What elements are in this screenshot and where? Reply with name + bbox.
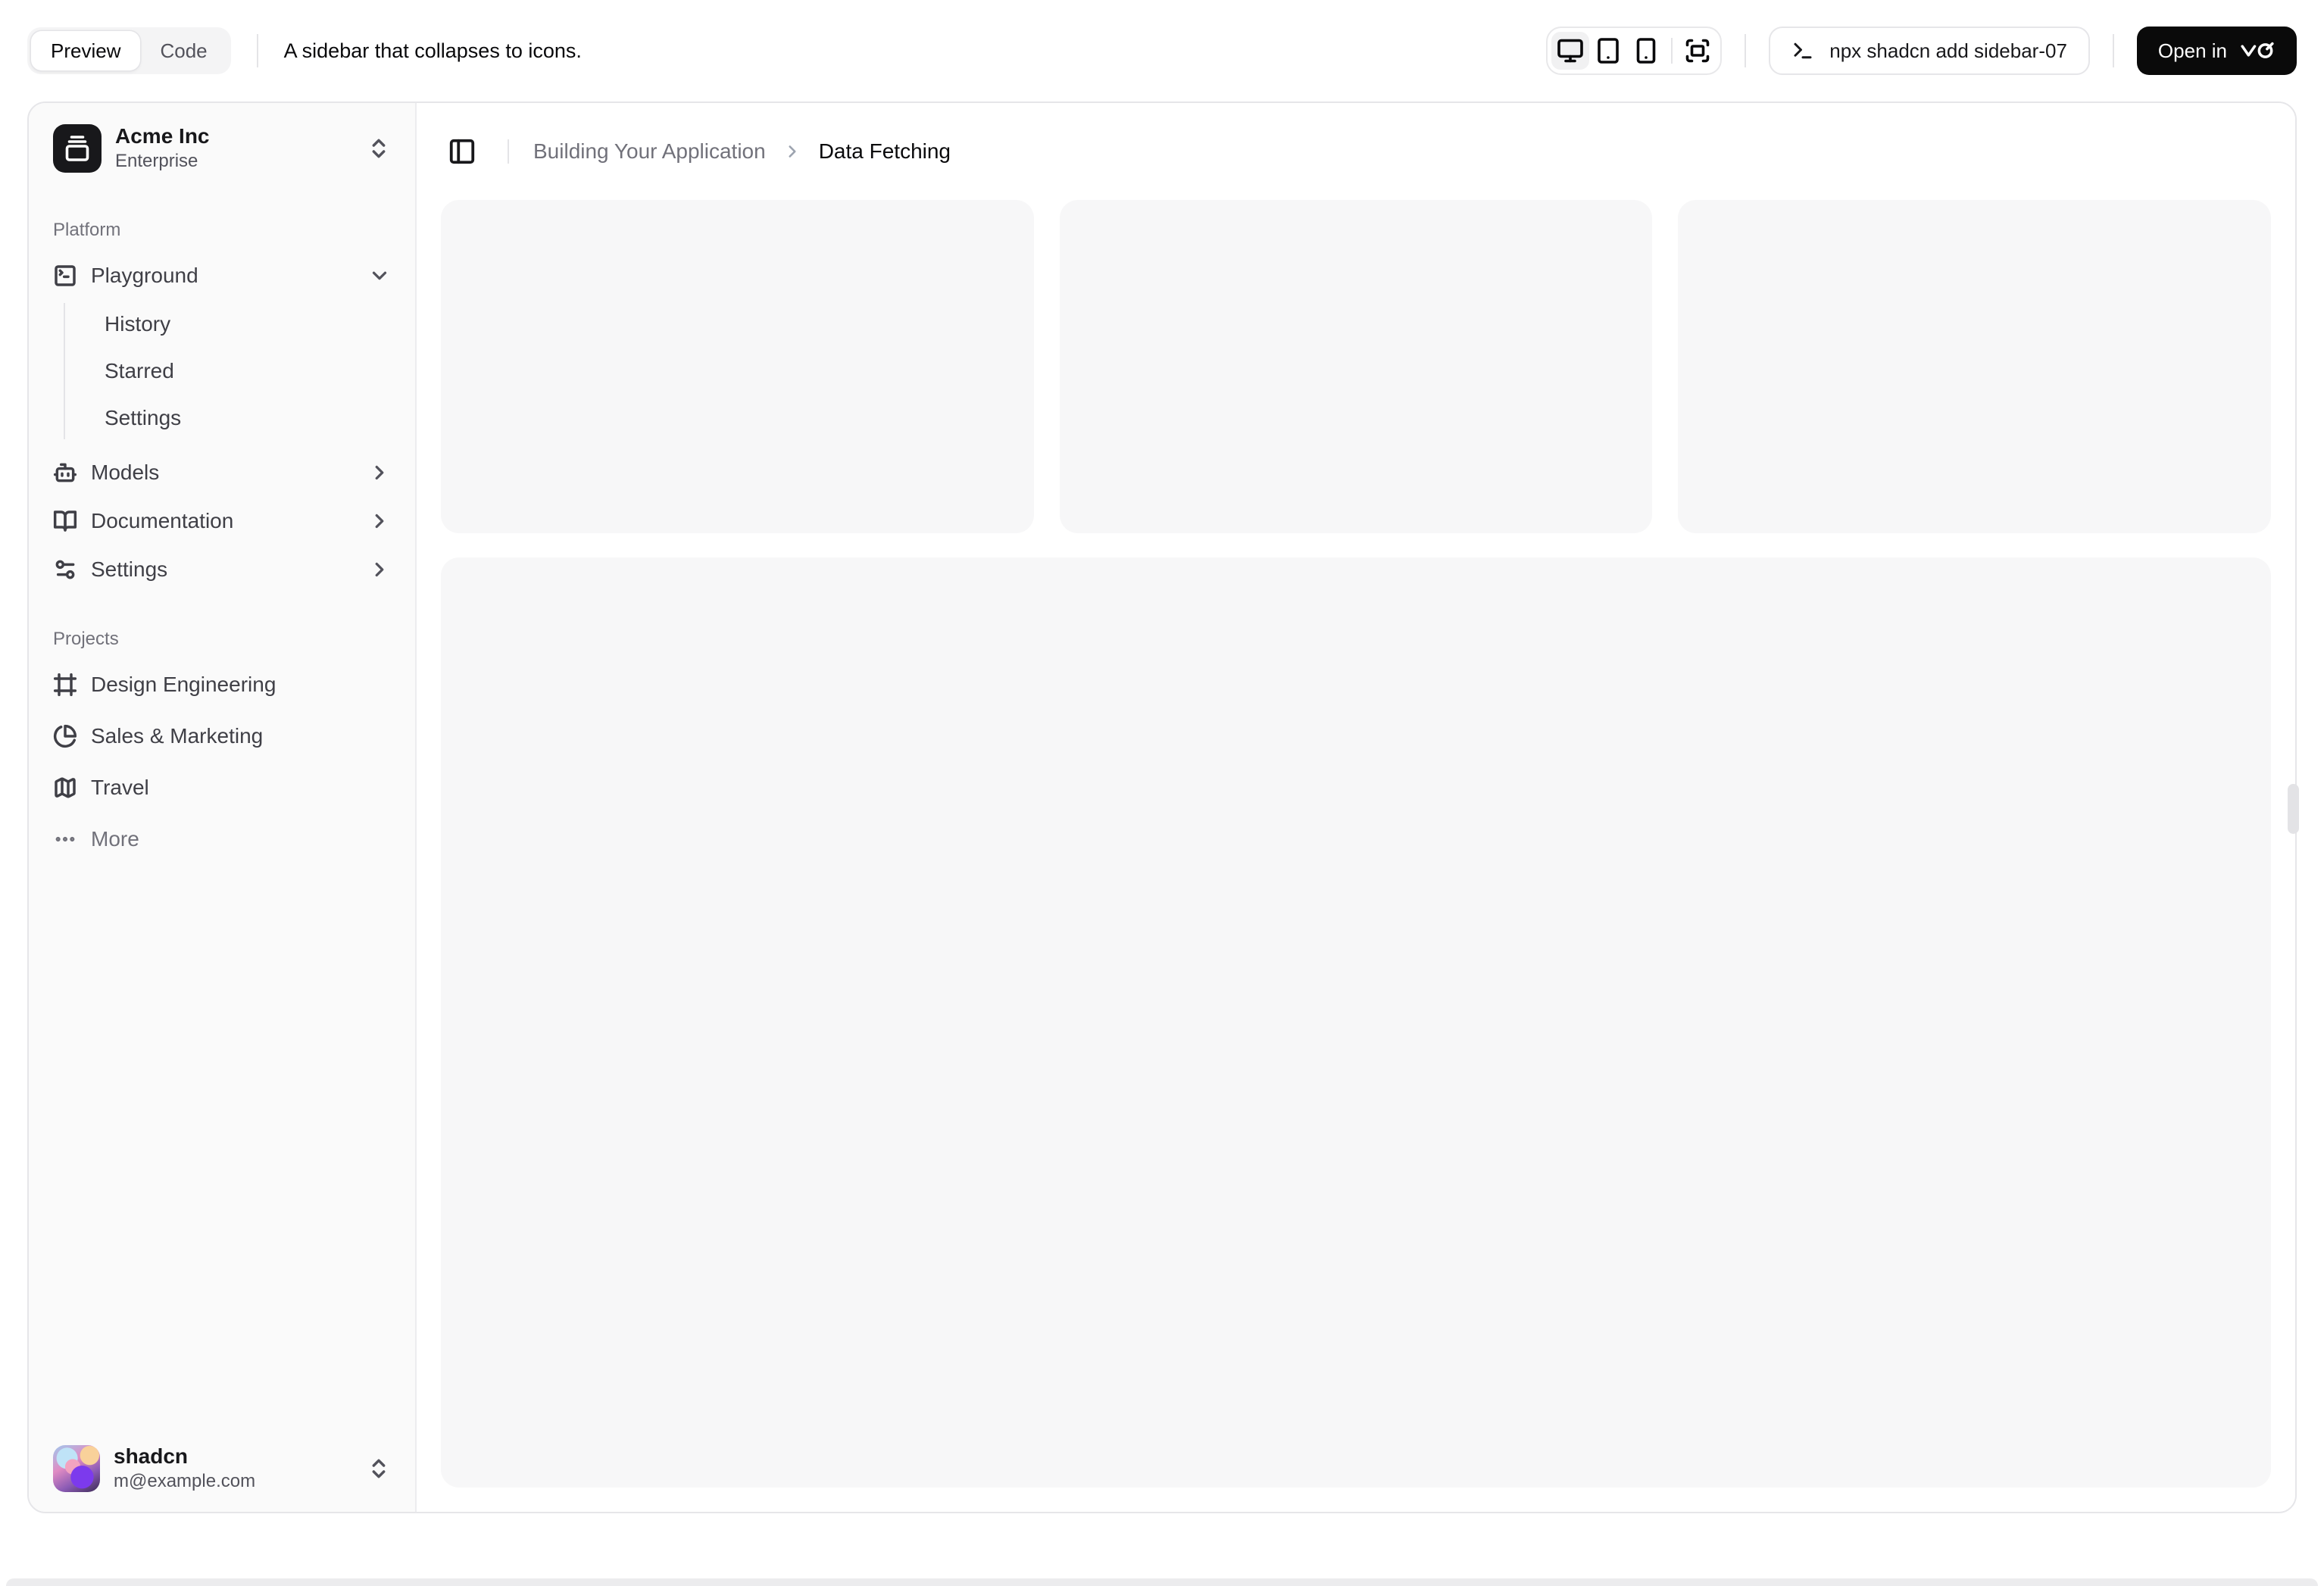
- frame-icon: [53, 673, 77, 697]
- sidebar-item-more[interactable]: More: [41, 818, 403, 860]
- breadcrumb: Building Your Application Data Fetching: [533, 139, 951, 164]
- sidebar-toggle-button[interactable]: [441, 130, 483, 173]
- sidebar-item-label: Travel: [91, 776, 149, 799]
- sidebar-subitem-history[interactable]: History: [92, 303, 391, 345]
- chevron-right-icon: [782, 142, 802, 161]
- sidebar-subitem-settings[interactable]: Settings: [92, 397, 391, 439]
- map-icon: [53, 776, 77, 800]
- sidebar-item-label: Sales & Marketing: [91, 724, 264, 748]
- pie-chart-icon: [53, 724, 77, 748]
- next-section-edge: [6, 1578, 2318, 1586]
- sidebar-item-sales-marketing[interactable]: Sales & Marketing: [41, 715, 403, 757]
- main-header: Building Your Application Data Fetching: [417, 103, 2295, 200]
- gallery-vertical-end-icon: [64, 135, 91, 162]
- sidebar-item-label: Settings: [91, 557, 168, 581]
- open-in-v0-label: Open in: [2157, 39, 2227, 62]
- placeholder-grid: [441, 200, 2271, 534]
- install-command-button[interactable]: npx shadcn add sidebar-07: [1769, 27, 2090, 75]
- settings-icon: [53, 557, 77, 582]
- user-email: m@example.com: [114, 1471, 256, 1492]
- placeholder-card: [1678, 200, 2271, 534]
- sidebar-item-design-engineering[interactable]: Design Engineering: [41, 663, 403, 706]
- team-name: Acme Inc: [115, 124, 210, 148]
- sidebar-item-settings[interactable]: Settings: [41, 548, 403, 591]
- sidebar-item-models[interactable]: Models: [41, 451, 403, 494]
- placeholder-card: [1059, 200, 1653, 534]
- header-separator: [508, 139, 509, 164]
- sidebar-item-label: Models: [91, 461, 160, 484]
- square-terminal-icon: [53, 264, 77, 288]
- user-menu-button[interactable]: shadcn m@example.com: [41, 1438, 403, 1500]
- smartphone-icon: [1632, 37, 1660, 64]
- projects-menu: Design Engineering Sales & Marketing Tra…: [41, 663, 403, 860]
- tab-preview[interactable]: Preview: [31, 31, 141, 70]
- sidebar-item-playground[interactable]: Playground: [41, 254, 403, 297]
- app-sidebar: Acme Inc Enterprise Platform Playground: [29, 103, 417, 1512]
- chevron-right-icon: [368, 510, 391, 532]
- sidebar-subitem-starred[interactable]: Starred: [92, 350, 391, 392]
- team-text: Acme Inc Enterprise: [115, 125, 210, 171]
- terminal-icon: [1791, 39, 1814, 62]
- breadcrumb-parent-link[interactable]: Building Your Application: [533, 139, 766, 164]
- fullscreen-button[interactable]: [1679, 32, 1716, 70]
- platform-menu: Playground History Starred Settings Mode…: [41, 254, 403, 591]
- sidebar-item-label: Playground: [91, 264, 198, 287]
- install-command-text: npx shadcn add sidebar-07: [1829, 39, 2067, 62]
- breadcrumb-current-page: Data Fetching: [818, 139, 951, 163]
- toolbar: Preview Code A sidebar that collapses to…: [0, 0, 2324, 101]
- team-switcher[interactable]: Acme Inc Enterprise: [41, 115, 403, 182]
- chevrons-up-down-icon: [367, 1456, 391, 1481]
- tab-code[interactable]: Code: [140, 31, 226, 70]
- sidebar-item-documentation[interactable]: Documentation: [41, 500, 403, 542]
- desktop-view-button[interactable]: [1551, 32, 1590, 70]
- component-description: A sidebar that collapses to icons.: [283, 39, 582, 62]
- preview-code-tabs: Preview Code: [27, 27, 231, 74]
- mobile-view-button[interactable]: [1627, 32, 1665, 70]
- sidebar-footer: shadcn m@example.com: [41, 1438, 403, 1500]
- user-text: shadcn m@example.com: [114, 1445, 255, 1491]
- sidebar-demo-frame: Acme Inc Enterprise Platform Playground: [27, 101, 2297, 1513]
- sidebar-group-label-projects: Projects: [53, 629, 119, 649]
- main-panel: Building Your Application Data Fetching: [417, 103, 2295, 1512]
- team-logo: [53, 124, 102, 173]
- sidebar-item-label: More: [91, 827, 139, 851]
- v0-logo-icon: [2239, 40, 2276, 61]
- ellipsis-icon: [53, 827, 77, 851]
- playground-submenu: History Starred Settings: [64, 303, 391, 439]
- main-content: [417, 200, 2295, 1512]
- device-group-separator: [1671, 38, 1673, 64]
- chevron-right-icon: [368, 558, 391, 581]
- book-open-icon: [53, 509, 77, 533]
- open-in-v0-button[interactable]: Open in: [2136, 27, 2297, 75]
- monitor-icon: [1557, 37, 1584, 64]
- toolbar-divider: [256, 34, 258, 67]
- bot-icon: [53, 461, 77, 485]
- page-scrollbar-thumb[interactable]: [2288, 784, 2299, 834]
- placeholder-panel: [441, 557, 2271, 1488]
- placeholder-card: [441, 200, 1034, 534]
- sidebar-item-travel[interactable]: Travel: [41, 766, 403, 809]
- tablet-icon: [1595, 37, 1622, 64]
- tablet-view-button[interactable]: [1589, 32, 1627, 70]
- user-name: shadcn: [114, 1444, 189, 1469]
- panel-left-icon: [448, 137, 476, 166]
- toolbar-divider: [2112, 34, 2114, 67]
- fullscreen-icon: [1684, 37, 1711, 64]
- sidebar-group-label-platform: Platform: [53, 220, 121, 240]
- device-size-toggle-group: [1546, 27, 1723, 75]
- avatar: [53, 1445, 100, 1492]
- sidebar-item-label: Documentation: [91, 509, 234, 532]
- chevron-right-icon: [368, 461, 391, 484]
- chevron-down-icon: [368, 264, 391, 287]
- toolbar-right: npx shadcn add sidebar-07 Open in: [1546, 27, 2297, 75]
- chevrons-up-down-icon: [367, 136, 391, 161]
- team-plan: Enterprise: [115, 151, 198, 172]
- sidebar-item-label: Design Engineering: [91, 673, 276, 696]
- toolbar-divider: [1745, 34, 1747, 67]
